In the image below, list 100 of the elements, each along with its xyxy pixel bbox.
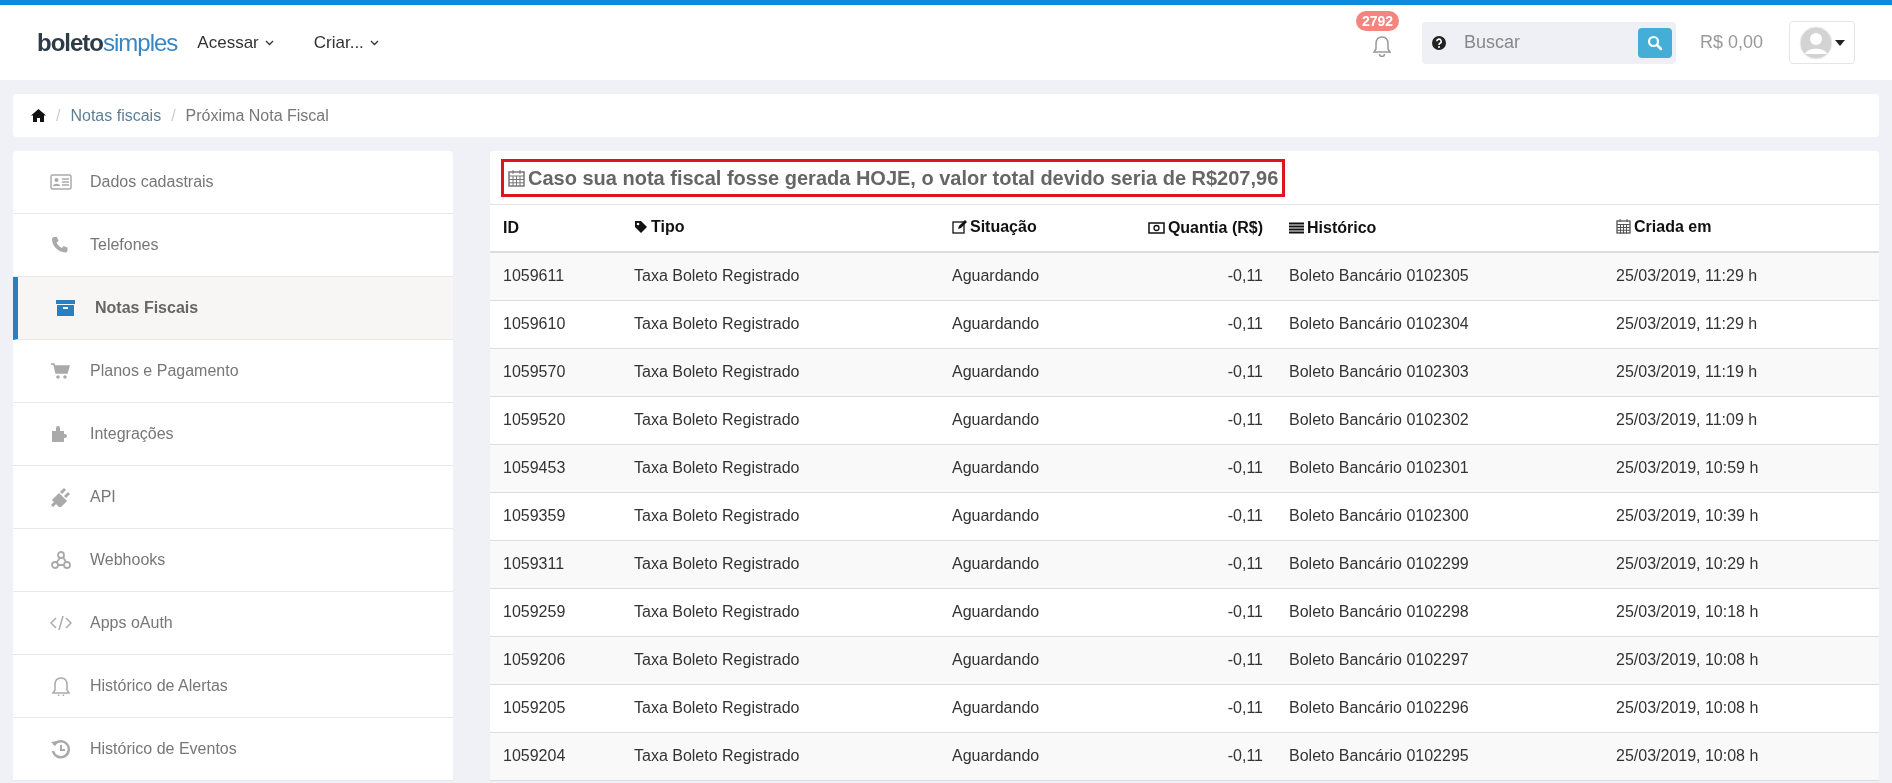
column-header: Criada em	[1634, 216, 1712, 237]
chevron-down-icon	[264, 39, 274, 46]
table-cell: 25/03/2019, 10:08 h	[1603, 732, 1879, 780]
table-cell: Taxa Boleto Registrado	[621, 588, 939, 636]
table-cell: 25/03/2019, 11:09 h	[1603, 396, 1879, 444]
column-header: Histórico	[1307, 217, 1377, 238]
sidebar-item[interactable]: Notas Fiscais	[13, 277, 453, 340]
sidebar-item[interactable]: Webhooks	[13, 529, 453, 592]
table-cell: Aguardando	[939, 252, 1099, 300]
table-cell: Taxa Boleto Registrado	[621, 540, 939, 588]
table-cell: 1059610	[490, 300, 621, 348]
table-cell: 25/03/2019, 10:29 h	[1603, 540, 1879, 588]
table-cell: -0,11	[1099, 444, 1276, 492]
table-cell: Boleto Bancário 0102300	[1276, 492, 1603, 540]
column-header: ID	[503, 218, 519, 238]
table-cell: Aguardando	[939, 300, 1099, 348]
table-cell: Taxa Boleto Registrado	[621, 732, 939, 780]
table-cell: 1059206	[490, 636, 621, 684]
table-cell: Taxa Boleto Registrado	[621, 684, 939, 732]
bell-icon[interactable]	[1371, 34, 1392, 57]
nav-menu[interactable]: Criar...	[313, 29, 379, 56]
table-cell: 1059570	[490, 348, 621, 396]
table-cell: Taxa Boleto Registrado	[621, 348, 939, 396]
table-cell: Aguardando	[939, 636, 1099, 684]
table-cell: -0,11	[1099, 636, 1276, 684]
estimated-total-notice: Caso sua nota fiscal fosse gerada HOJE, o valor total devido seria de R$207,96	[528, 165, 1279, 191]
breadcrumb-separator: /	[171, 105, 176, 126]
column-header: Tipo	[651, 217, 685, 237]
column-header: Quantia (R$)	[1167, 217, 1263, 238]
sidebar-item[interactable]: Planos e Pagamento	[13, 340, 453, 403]
chevron-down-icon	[369, 39, 379, 46]
table-cell: Boleto Bancário 0102299	[1276, 540, 1603, 588]
table-cell: 25/03/2019, 10:08 h	[1603, 636, 1879, 684]
id-card-icon	[50, 172, 72, 192]
user-menu-button[interactable]	[1789, 21, 1855, 64]
webhooks-icon	[50, 550, 72, 570]
sidebar-item[interactable]: Integrações	[13, 403, 453, 466]
table-cell: Aguardando	[939, 348, 1099, 396]
search-field[interactable]: Buscar	[1421, 21, 1676, 64]
table-cell: Taxa Boleto Registrado	[621, 444, 939, 492]
search-button[interactable]	[1637, 27, 1672, 58]
table-cell: 1059611	[490, 252, 621, 300]
table-cell: Boleto Bancário 0102303	[1276, 348, 1603, 396]
sidebar-item[interactable]: Histórico de Eventos	[13, 718, 453, 781]
table-cell: Boleto Bancário 0102297	[1276, 636, 1603, 684]
table-cell: Aguardando	[939, 444, 1099, 492]
breadcrumb-separator: /	[56, 105, 61, 126]
table-cell: -0,11	[1099, 396, 1276, 444]
table-cell: -0,11	[1099, 492, 1276, 540]
home-icon[interactable]	[31, 109, 46, 122]
breadcrumb-link[interactable]: Notas fiscais	[70, 103, 162, 128]
money-icon	[1147, 221, 1165, 234]
avatar-silhouette-icon	[1799, 25, 1833, 60]
table-cell: -0,11	[1099, 540, 1276, 588]
notification-count: 2792	[1355, 10, 1400, 31]
table-cell: 25/03/2019, 10:18 h	[1603, 588, 1879, 636]
table-cell: Boleto Bancário 0102296	[1276, 684, 1603, 732]
table-cell: 1059453	[490, 444, 621, 492]
table-cell: Aguardando	[939, 588, 1099, 636]
balance: R$ 0,00	[1699, 31, 1763, 54]
table-cell: Aguardando	[939, 396, 1099, 444]
table-cell: Boleto Bancário 0102302	[1276, 396, 1603, 444]
table-cell: Aguardando	[939, 684, 1099, 732]
bell-icon	[50, 676, 72, 696]
table-cell: Boleto Bancário 0102301	[1276, 444, 1603, 492]
table-cell: 25/03/2019, 10:08 h	[1603, 684, 1879, 732]
table-cell: Taxa Boleto Registrado	[621, 300, 939, 348]
sidebar-item[interactable]: Dados cadastrais	[13, 151, 453, 214]
table-cell: -0,11	[1099, 684, 1276, 732]
table-cell: Aguardando	[939, 732, 1099, 780]
list-icon	[1289, 221, 1304, 234]
table-cell: 1059259	[490, 588, 621, 636]
calendar-icon	[1616, 219, 1631, 235]
nav-menu[interactable]: Acessar	[197, 29, 274, 56]
sidebar-item[interactable]: API	[13, 466, 453, 529]
plug-icon	[50, 487, 72, 507]
sidebar-item[interactable]: Histórico de Alertas	[13, 655, 453, 718]
breadcrumb-current: Próxima Nota Fiscal	[185, 105, 329, 126]
tag-icon	[634, 220, 648, 234]
table-cell: 1059204	[490, 732, 621, 780]
table-cell: Boleto Bancário 0102298	[1276, 588, 1603, 636]
table-cell: 25/03/2019, 10:39 h	[1603, 492, 1879, 540]
table-cell: Taxa Boleto Registrado	[621, 252, 939, 300]
table-cell: Taxa Boleto Registrado	[621, 492, 939, 540]
search-input[interactable]: Buscar	[1463, 29, 1624, 56]
table-cell: 25/03/2019, 11:29 h	[1603, 300, 1879, 348]
table-cell: Taxa Boleto Registrado	[621, 636, 939, 684]
table-cell: 1059311	[490, 540, 621, 588]
table-cell: Boleto Bancário 0102305	[1276, 252, 1603, 300]
logo[interactable]: boletosimples	[37, 24, 178, 61]
search-icon	[1646, 34, 1663, 51]
table-cell: Boleto Bancário 0102295	[1276, 732, 1603, 780]
table-cell: Boleto Bancário 0102304	[1276, 300, 1603, 348]
table-cell: 25/03/2019, 11:19 h	[1603, 348, 1879, 396]
table-cell: -0,11	[1099, 588, 1276, 636]
help-icon[interactable]	[1431, 35, 1446, 50]
sidebar-item[interactable]: Apps oAuth	[13, 592, 453, 655]
caret-icon	[1835, 39, 1845, 46]
table-cell: Aguardando	[939, 492, 1099, 540]
table-cell: 1059359	[490, 492, 621, 540]
